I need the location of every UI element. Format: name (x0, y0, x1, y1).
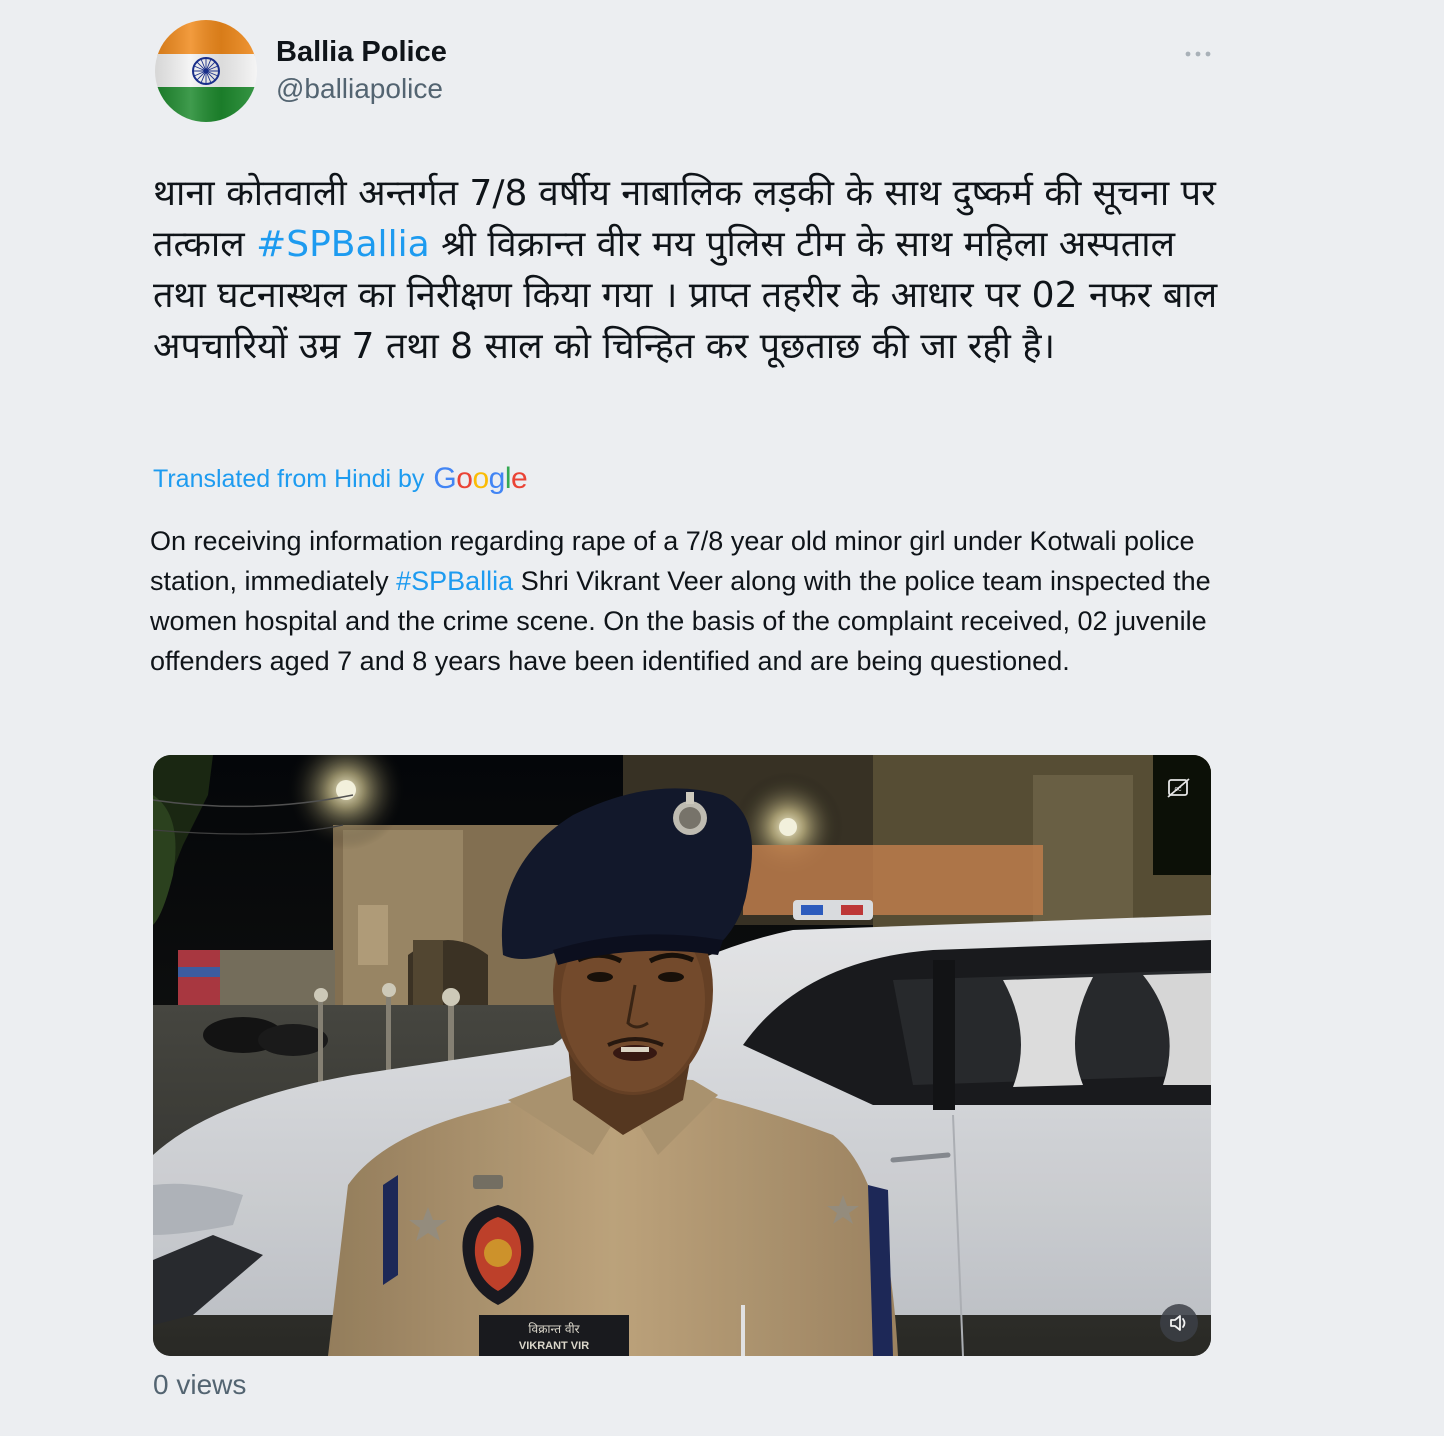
more-options-button[interactable] (1176, 38, 1220, 70)
avatar[interactable] (155, 20, 257, 122)
volume-button[interactable] (1160, 1304, 1198, 1342)
speaker-muted-icon (1170, 1315, 1186, 1331)
google-logo-letter: o (472, 462, 489, 495)
video-player[interactable]: विक्रान्त वीर VIKRANT VIR (153, 755, 1211, 1356)
google-logo-letter: g (488, 462, 506, 495)
google-logo-letter: o (456, 462, 473, 495)
tweet-text-hindi: थाना कोतवाली अन्तर्गत 7/8 वर्षीय नाबालिक… (153, 168, 1233, 372)
hashtag-link-spballia[interactable]: #SPBallia (256, 224, 430, 265)
video-frame: विक्रान्त वीर VIKRANT VIR (153, 755, 1211, 1356)
captions-off-icon: cc (1167, 778, 1190, 798)
indian-flag-icon (155, 20, 257, 122)
translation-attribution: Translated from Hindi by Google (153, 459, 528, 499)
google-logo: Google (433, 462, 527, 496)
tweet-text-translated: On receiving information regarding rape … (150, 521, 1230, 681)
author-name[interactable]: Ballia Police (276, 36, 447, 69)
hashtag-link-spballia[interactable]: #SPBallia (396, 566, 513, 596)
google-logo-letter: G (433, 462, 457, 495)
author-handle[interactable]: @balliapolice (276, 73, 443, 105)
tweet: Ballia Police @balliapolice थाना कोतवाली… (0, 0, 1444, 1436)
google-logo-letter: e (510, 462, 528, 495)
view-count: 0 views (153, 1369, 247, 1400)
translated-from-hindi-link[interactable]: Translated from Hindi by (153, 465, 424, 494)
more-dots-icon (1185, 51, 1211, 57)
captions-button[interactable]: cc (1165, 776, 1193, 800)
